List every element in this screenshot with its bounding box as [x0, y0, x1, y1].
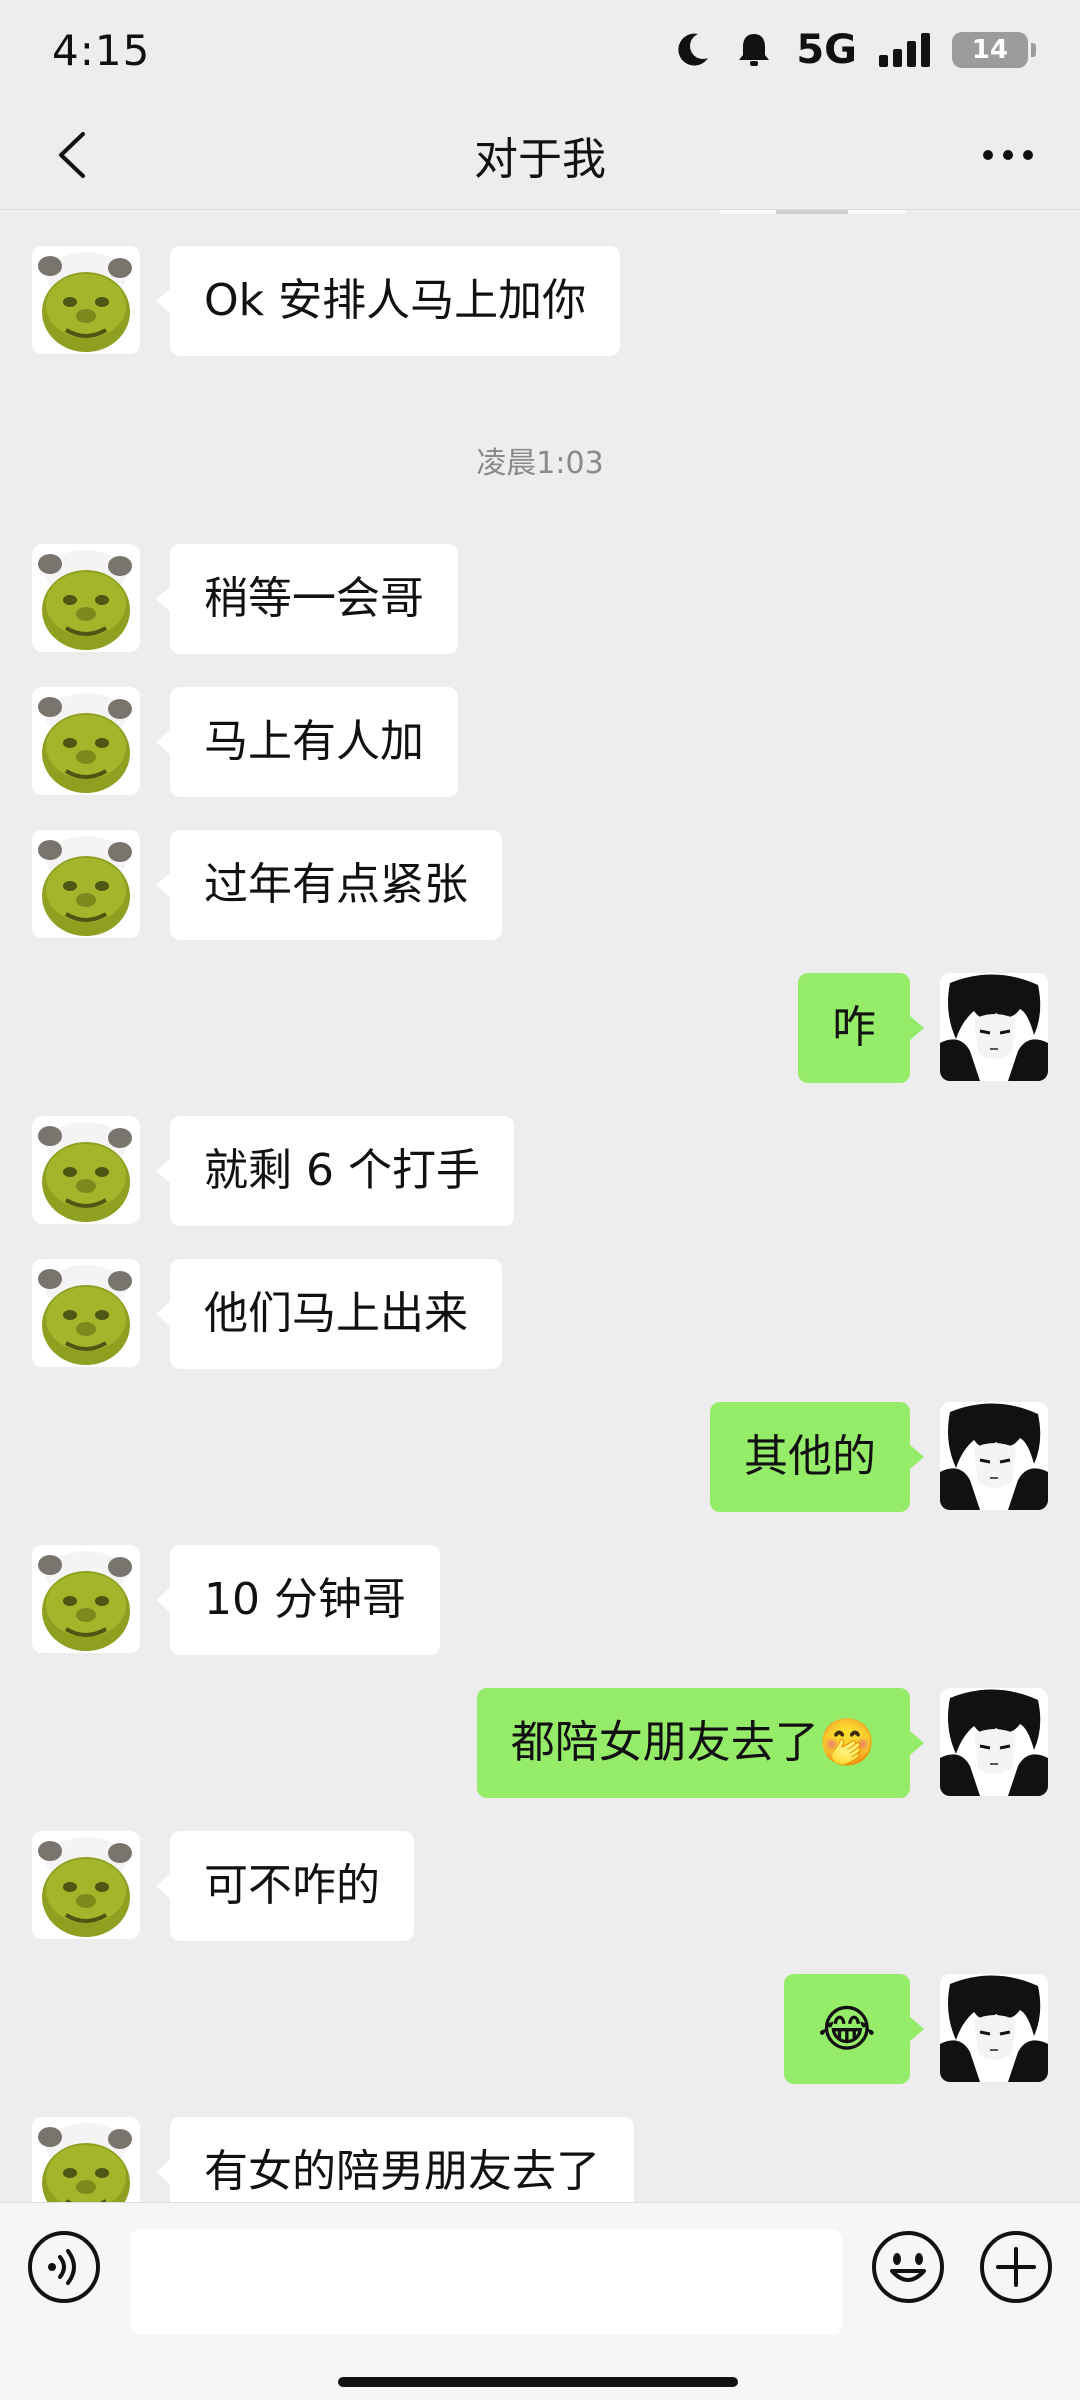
- message-bubble[interactable]: 稍等一会哥: [156, 544, 458, 654]
- hand-over-mouth-emoji: 🤭: [818, 1715, 876, 1770]
- voice-icon: [28, 2231, 100, 2303]
- laughing-crying-emoji: 😂: [817, 2000, 876, 2058]
- input-bar: [0, 2202, 1080, 2400]
- emoji-button[interactable]: [870, 2229, 946, 2305]
- contact-avatar[interactable]: [32, 830, 140, 938]
- message-bubble[interactable]: 马上有人加: [156, 687, 458, 797]
- contact-avatar[interactable]: [32, 1831, 140, 1939]
- my-avatar[interactable]: [940, 1688, 1048, 1796]
- status-indicators: 5G 14: [672, 27, 1036, 73]
- chat-title: 对于我: [474, 133, 606, 185]
- message-incoming: 10 分钟哥: [32, 1545, 440, 1655]
- signal-icon: [879, 33, 930, 67]
- message-incoming: 就剩 6 个打手: [32, 1116, 514, 1226]
- message-outgoing: 😂: [783, 1974, 1048, 2084]
- message-bubble[interactable]: 10 分钟哥: [156, 1545, 440, 1655]
- emoji-icon: [872, 2231, 944, 2303]
- message-list[interactable]: Ok 安排人马上加你 凌晨1:03 稍等一会哥 马上有人加 过年有点紧张 咋 就…: [0, 210, 1080, 2202]
- message-timestamp: 凌晨1:03: [476, 446, 604, 481]
- contact-avatar[interactable]: [32, 1259, 140, 1367]
- message-incoming: 有女的陪男朋友去了: [32, 2117, 634, 2202]
- contact-avatar[interactable]: [32, 246, 140, 354]
- more-functions-button[interactable]: [978, 2229, 1054, 2305]
- more-dots-icon: [983, 150, 993, 160]
- contact-avatar[interactable]: [32, 687, 140, 795]
- my-avatar[interactable]: [940, 1974, 1048, 2082]
- message-incoming: 可不咋的: [32, 1831, 414, 1941]
- back-button[interactable]: [40, 122, 106, 188]
- message-bubble[interactable]: 咋: [798, 973, 924, 1083]
- message-input[interactable]: [130, 2229, 842, 2335]
- message-bubble[interactable]: Ok 安排人马上加你: [155, 246, 621, 356]
- chevron-left-icon: [59, 132, 85, 178]
- message-incoming: 稍等一会哥: [32, 544, 458, 654]
- message-text: 都陪女朋友去了: [510, 1716, 819, 1768]
- plus-icon: [980, 2231, 1052, 2303]
- status-time: 4:15: [52, 25, 151, 75]
- contact-avatar[interactable]: [32, 2117, 140, 2202]
- status-bar: 4:15 5G 14: [0, 0, 1080, 100]
- message-bubble[interactable]: 😂: [783, 1974, 925, 2084]
- chat-header: 对于我: [0, 100, 1080, 210]
- message-bubble[interactable]: 他们马上出来: [156, 1259, 502, 1369]
- contact-avatar[interactable]: [32, 544, 140, 652]
- message-bubble[interactable]: 过年有点紧张: [156, 830, 502, 940]
- message-outgoing: 咋: [798, 973, 1048, 1083]
- message-incoming: 他们马上出来: [32, 1259, 502, 1369]
- contact-avatar[interactable]: [32, 1545, 140, 1653]
- message-outgoing: 都陪女朋友去了 🤭: [476, 1688, 1048, 1798]
- message-incoming: 过年有点紧张: [32, 830, 502, 940]
- battery-level: 14: [971, 35, 1009, 65]
- contact-avatar[interactable]: [32, 1116, 140, 1224]
- more-button[interactable]: [966, 122, 1050, 188]
- message-incoming: 马上有人加: [32, 687, 458, 797]
- message-outgoing: 其他的: [710, 1402, 1048, 1512]
- message-bubble[interactable]: 其他的: [710, 1402, 924, 1512]
- voice-button[interactable]: [26, 2229, 102, 2305]
- message-bubble[interactable]: 有女的陪男朋友去了: [156, 2117, 634, 2202]
- battery-icon: 14: [952, 32, 1036, 68]
- message-bubble[interactable]: 都陪女朋友去了 🤭: [476, 1688, 925, 1798]
- message-bubble[interactable]: 就剩 6 个打手: [156, 1116, 514, 1226]
- network-type: 5G: [796, 27, 857, 73]
- scroll-indicator: [720, 210, 906, 214]
- message-bubble[interactable]: 可不咋的: [156, 1831, 414, 1941]
- my-avatar[interactable]: [940, 1402, 1048, 1510]
- message-incoming: Ok 安排人马上加你: [32, 246, 621, 356]
- home-indicator[interactable]: [338, 2377, 738, 2387]
- my-avatar[interactable]: [940, 973, 1048, 1081]
- moon-icon: [672, 30, 712, 70]
- bell-icon: [734, 30, 774, 70]
